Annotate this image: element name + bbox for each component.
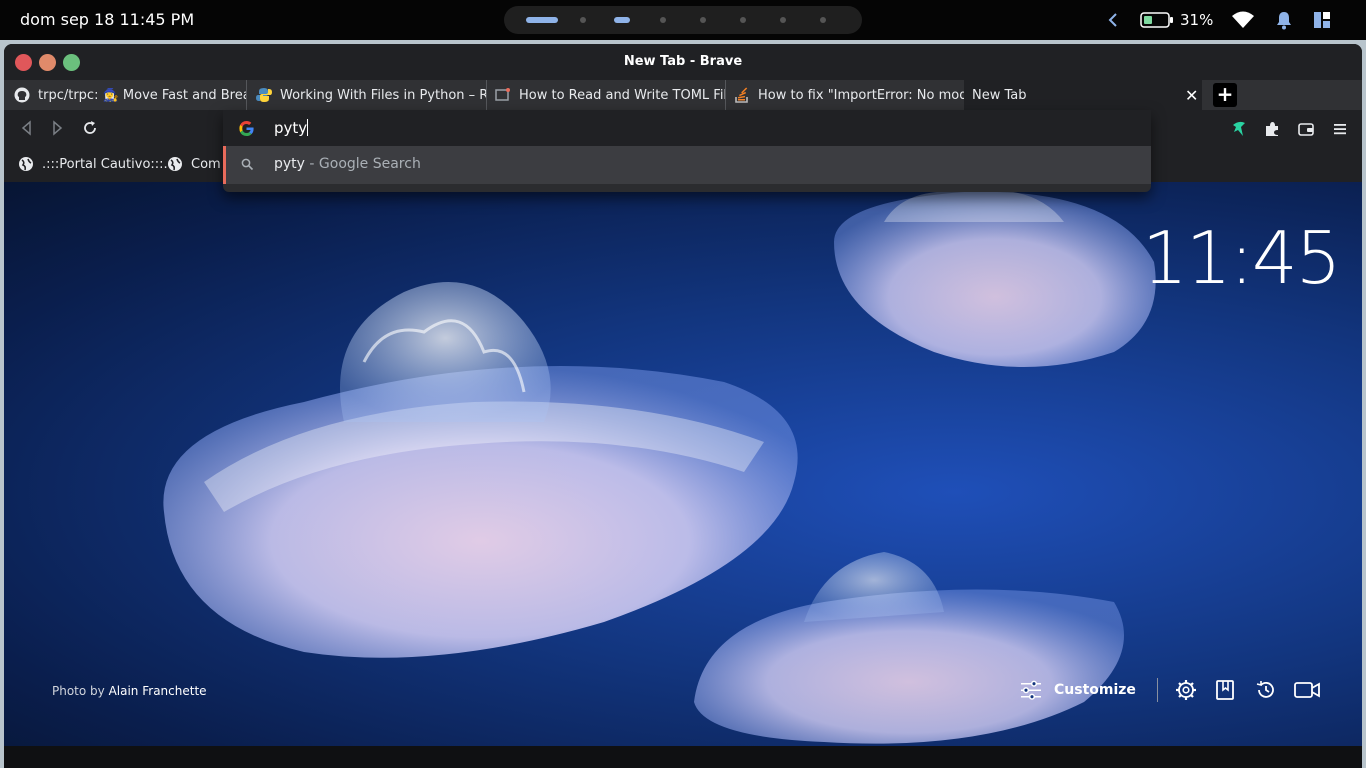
close-tab-icon[interactable]: ✕ <box>1185 86 1198 105</box>
system-top-bar: dom sep 18 11:45 PM 31% <box>0 0 1366 40</box>
photo-credit[interactable]: Photo by Alain Franchette <box>52 684 207 698</box>
bookmark-label: Com <box>191 156 221 172</box>
tab-label: trpc/trpc: 🧙‍♀️ Move Fast and Break <box>38 87 246 103</box>
divider <box>1157 678 1158 702</box>
suggestion-query: pyty <box>274 156 305 172</box>
workspace-3[interactable] <box>614 17 630 23</box>
bell-icon[interactable] <box>1275 10 1293 30</box>
wallet-icon[interactable] <box>1297 120 1315 138</box>
python-icon <box>256 87 272 103</box>
workspace-indicator[interactable] <box>504 6 862 34</box>
address-bar[interactable]: pyty <box>223 110 1151 146</box>
video-call-icon <box>1294 680 1320 700</box>
site-icon <box>495 87 511 103</box>
search-icon <box>241 158 254 171</box>
tab-python-files[interactable]: Working With Files in Python – Re <box>256 80 487 110</box>
suggestion-text: pyty - Google Search <box>274 156 421 172</box>
photo-credit-author[interactable]: Alain Franchette <box>109 684 207 698</box>
workspace-1[interactable] <box>526 17 558 23</box>
bookmark-portal-cautivo[interactable]: .:::Portal Cautivo:::. <box>18 156 168 172</box>
new-tab-page: 11:45 Photo by Alain Franchette Customiz… <box>4 182 1362 746</box>
suggestion-suffix: - Google Search <box>304 156 421 172</box>
back-icon[interactable] <box>20 120 32 140</box>
system-clock[interactable]: dom sep 18 11:45 PM <box>20 10 194 29</box>
bookmark-label: .:::Portal Cautivo:::. <box>42 156 168 172</box>
photo-credit-prefix: Photo by <box>52 684 109 698</box>
browser-window: New Tab - Brave trpc/trpc: 🧙‍♀️ Move Fas… <box>4 44 1362 746</box>
suggestion-google-search[interactable]: pyty - Google Search <box>223 146 1151 184</box>
stackoverflow-icon <box>734 87 750 103</box>
history-button[interactable] <box>1255 676 1277 704</box>
tab-label: How to fix "ImportError: No modu <box>758 87 964 103</box>
google-icon <box>238 120 255 137</box>
tab-label: Working With Files in Python – Re <box>280 87 486 103</box>
tab-importerror[interactable]: How to fix "ImportError: No modu <box>734 80 965 110</box>
settings-icon <box>1175 679 1197 701</box>
reload-icon[interactable] <box>82 120 98 140</box>
video-call-button[interactable] <box>1294 676 1320 704</box>
chevron-left-icon[interactable] <box>1106 12 1120 28</box>
sliders-icon <box>1020 680 1042 700</box>
bookmark-com[interactable]: Com <box>167 156 221 172</box>
system-tray[interactable]: 31% <box>1106 0 1331 40</box>
workspace-5[interactable] <box>700 17 706 23</box>
battery-percentage: 31% <box>1180 11 1214 29</box>
workspace-2[interactable] <box>580 17 586 23</box>
forward-icon[interactable] <box>52 120 64 140</box>
history-icon <box>1255 679 1277 701</box>
ntp-clock: 11:45 <box>1142 216 1341 300</box>
desktop-strip <box>4 746 1362 768</box>
new-tab-button[interactable]: + <box>1213 83 1237 107</box>
brave-rewards-icon[interactable] <box>1230 120 1248 138</box>
customize-button[interactable]: Customize <box>1020 676 1136 704</box>
workspace-6[interactable] <box>740 17 746 23</box>
panel-icon[interactable] <box>1313 11 1331 29</box>
customize-label: Customize <box>1054 682 1136 698</box>
wifi-icon[interactable] <box>1231 11 1255 29</box>
github-icon <box>14 87 30 103</box>
tab-label: New Tab <box>972 87 1027 103</box>
tab-strip: trpc/trpc: 🧙‍♀️ Move Fast and Break Work… <box>4 80 1362 110</box>
bookmarks-button[interactable] <box>1215 676 1235 704</box>
settings-button[interactable] <box>1175 676 1197 704</box>
extensions-icon[interactable] <box>1263 120 1281 138</box>
window-title: New Tab - Brave <box>623 54 743 69</box>
tab-trpc[interactable]: trpc/trpc: 🧙‍♀️ Move Fast and Break <box>14 80 247 110</box>
globe-icon <box>18 156 34 172</box>
tab-label: How to Read and Write TOML File <box>519 87 725 103</box>
tab-new-tab[interactable]: New Tab <box>964 80 1202 110</box>
workspace-8[interactable] <box>820 17 826 23</box>
title-bar[interactable]: New Tab - Brave <box>4 44 1362 80</box>
workspace-4[interactable] <box>660 17 666 23</box>
bookmarks-icon <box>1215 679 1235 701</box>
battery-icon[interactable] <box>1140 11 1174 29</box>
workspace-7[interactable] <box>780 17 786 23</box>
globe-icon <box>167 156 183 172</box>
omnibox-dropdown: pyty pyty - Google Search <box>223 110 1151 192</box>
menu-icon[interactable] <box>1331 120 1349 138</box>
tab-toml[interactable]: How to Read and Write TOML File <box>495 80 726 110</box>
address-input[interactable]: pyty <box>274 119 309 137</box>
